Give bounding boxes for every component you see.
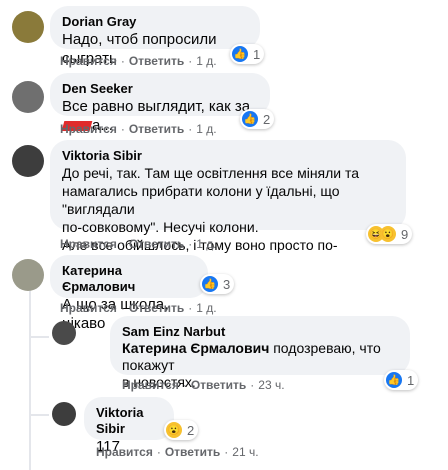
reaction-summary[interactable]: 👍 3: [200, 274, 235, 294]
comment-author[interactable]: Dorian Gray: [62, 14, 248, 30]
avatar[interactable]: [12, 11, 44, 43]
timestamp[interactable]: 23 ч.: [258, 378, 284, 392]
avatar[interactable]: [12, 259, 44, 291]
reply-button[interactable]: Ответить: [129, 301, 184, 315]
reaction-summary[interactable]: 👍 1: [230, 44, 265, 64]
comment-actions: Нравится · Ответить · 1 д.: [60, 121, 217, 137]
separator: ·: [156, 445, 161, 459]
comment-bubble: Viktoria Sibir До речі, так. Там ще осві…: [50, 140, 406, 271]
mention-link[interactable]: Катерина Єрмалович: [122, 340, 269, 356]
separator: ·: [120, 301, 125, 315]
reaction-count: 1: [407, 372, 415, 388]
comment-author[interactable]: Viktoria Sibir: [62, 148, 394, 164]
comment-bubble: Viktoria Sibir 117: [84, 397, 174, 455]
reply-button[interactable]: Ответить: [129, 54, 184, 68]
timestamp[interactable]: 1 д.: [196, 237, 216, 251]
comment-author[interactable]: Катерина Єрмалович: [62, 263, 196, 295]
avatar[interactable]: [12, 145, 44, 177]
reply-button[interactable]: Ответить: [129, 122, 184, 136]
reaction-summary[interactable]: 😮 2: [164, 420, 199, 440]
comment-actions: Нравится · Ответить · 21 ч.: [96, 444, 259, 460]
wow-icon: 😮: [380, 226, 396, 242]
thread-line: [29, 290, 31, 470]
separator: ·: [120, 122, 125, 136]
comment-author[interactable]: Sam Einz Narbut: [122, 324, 398, 340]
timestamp[interactable]: 1 д.: [196, 301, 216, 315]
avatar[interactable]: [52, 402, 76, 426]
reply-connector: [29, 336, 49, 338]
comment-author[interactable]: Den Seeker: [62, 81, 258, 97]
timestamp[interactable]: 1 д.: [196, 122, 216, 136]
timestamp[interactable]: 21 ч.: [232, 445, 258, 459]
separator: ·: [120, 237, 125, 251]
like-button[interactable]: Нравится: [60, 54, 117, 68]
separator: ·: [188, 54, 193, 68]
comment-actions: Нравится · Ответить · 1 д.: [60, 53, 217, 69]
reply-button[interactable]: Ответить: [129, 237, 184, 251]
reaction-count: 1: [253, 46, 261, 62]
comment-actions: Нравится · Ответить · 1 д.: [60, 300, 217, 316]
comment-bubble: Sam Einz Narbut Катерина Єрмалович подоз…: [110, 316, 410, 390]
comment-actions: Нравится · Ответить · 23 ч.: [122, 377, 285, 393]
like-button[interactable]: Нравится: [60, 237, 117, 251]
comment-bubble: Катерина Єрмалович А що за школа, цікаво: [50, 255, 208, 332]
like-button[interactable]: Нравится: [96, 445, 153, 459]
comment-text-part: Все равно выглядит, как за: [62, 98, 251, 115]
reaction-summary[interactable]: 👍 1: [384, 370, 419, 390]
separator: ·: [188, 122, 193, 136]
timestamp[interactable]: 1 д.: [196, 54, 216, 68]
avatar[interactable]: [12, 81, 44, 113]
separator: ·: [188, 301, 193, 315]
like-icon: 👍: [242, 111, 258, 127]
like-button[interactable]: Нравится: [60, 301, 117, 315]
reply-button[interactable]: Ответить: [191, 378, 246, 392]
comment-bubble: Den Seeker Все равно выглядит, как заа..…: [50, 73, 270, 134]
separator: ·: [250, 378, 255, 392]
comment-actions: Нравится · Ответить · 1 д.: [60, 236, 217, 252]
reaction-count: 9: [401, 226, 409, 242]
reaction-count: 3: [223, 276, 231, 292]
reply-connector: [29, 414, 49, 416]
wow-icon: 😮: [166, 422, 182, 438]
like-button[interactable]: Нравится: [60, 122, 117, 136]
comment-author[interactable]: Viktoria Sibir: [96, 405, 162, 437]
comment-bubble: Dorian Gray Надо, чтоб попросили сыграть: [50, 6, 260, 67]
reaction-summary[interactable]: 👍 2: [240, 109, 275, 129]
like-icon: 👍: [386, 372, 402, 388]
like-icon: 👍: [202, 276, 218, 292]
like-button[interactable]: Нравится: [122, 378, 179, 392]
separator: ·: [120, 54, 125, 68]
separator: ·: [224, 445, 229, 459]
reaction-count: 2: [263, 111, 271, 127]
separator: ·: [188, 237, 193, 251]
reaction-count: 2: [187, 422, 195, 438]
separator: ·: [182, 378, 187, 392]
like-icon: 👍: [232, 46, 248, 62]
reaction-summary[interactable]: 😆 😮 9: [366, 224, 413, 244]
avatar[interactable]: [52, 321, 76, 345]
reply-button[interactable]: Ответить: [165, 445, 220, 459]
